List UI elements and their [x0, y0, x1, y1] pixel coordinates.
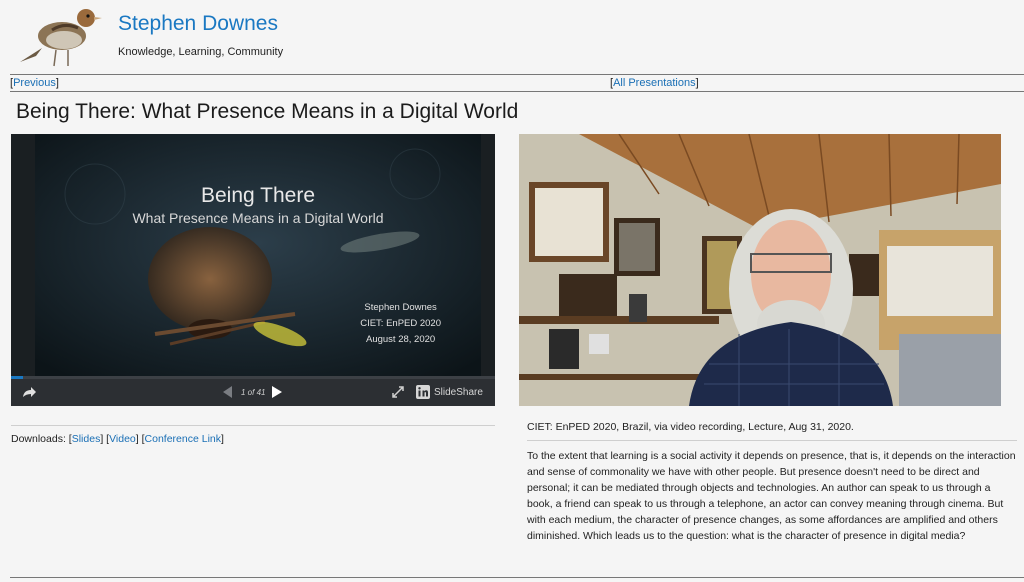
linkedin-icon[interactable]	[416, 385, 430, 399]
conference-link[interactable]: Conference Link	[145, 433, 221, 445]
site-tagline: Knowledge, Learning, Community	[118, 46, 284, 58]
slide-subtitle: What Presence Means in a Digital World	[132, 210, 384, 226]
video-still-image	[519, 134, 1001, 406]
slide-event: CIET: EnPED 2020	[360, 318, 441, 329]
previous-slide-icon[interactable]	[221, 385, 233, 399]
header-divider	[10, 74, 1024, 75]
slideshare-brand[interactable]: SlideShare	[434, 387, 483, 398]
site-title[interactable]: Stephen Downes	[118, 12, 278, 36]
slide-title: Being There	[200, 184, 316, 207]
next-slide-icon[interactable]	[271, 385, 283, 399]
citation-divider	[527, 440, 1017, 441]
slide-date: August 28, 2020	[366, 334, 436, 345]
share-icon[interactable]	[21, 385, 37, 399]
progress-track[interactable]	[11, 376, 495, 379]
sparrow-logo-icon	[20, 9, 102, 67]
all-presentations-link-wrap: [All Presentations]	[610, 77, 699, 89]
footer-divider	[10, 577, 1024, 578]
slides-download-link[interactable]: Slides	[72, 433, 101, 445]
progress-fill	[11, 376, 23, 379]
slide-counter: 1 of 41	[241, 388, 266, 397]
presentation-abstract: To the extent that learning is a social …	[527, 450, 1016, 542]
presentation-citation: CIET: EnPED 2020, Brazil, via video reco…	[527, 421, 854, 433]
previous-link[interactable]: Previous	[13, 77, 56, 89]
slide-meta: Stephen Downes CIET: EnPED 2020 August 2…	[360, 300, 441, 348]
fullscreen-icon[interactable]	[392, 386, 404, 398]
slide-author: Stephen Downes	[364, 302, 437, 313]
downloads-label: Downloads:	[11, 433, 66, 445]
site-header: Stephen Downes Knowledge, Learning, Comm…	[0, 0, 1024, 74]
downloads-divider	[11, 425, 495, 426]
slideshare-player[interactable]: Being There What Presence Means in a Dig…	[11, 134, 495, 406]
video-player[interactable]	[519, 134, 1001, 406]
slide-view[interactable]: Being There What Presence Means in a Dig…	[35, 134, 481, 376]
previous-link-wrap: [Previous]	[10, 77, 59, 89]
video-download-link[interactable]: Video	[109, 433, 136, 445]
page-title: Being There: What Presence Means in a Di…	[16, 100, 519, 123]
presentation-nav: [Previous] [All Presentations]	[10, 77, 1024, 91]
all-presentations-link[interactable]: All Presentations	[613, 77, 696, 89]
downloads-links: Downloads: [Slides] [Video] [Conference …	[11, 433, 224, 445]
nav-divider	[10, 91, 1024, 92]
player-toolbar: 1 of 41 SlideShare	[11, 376, 495, 406]
